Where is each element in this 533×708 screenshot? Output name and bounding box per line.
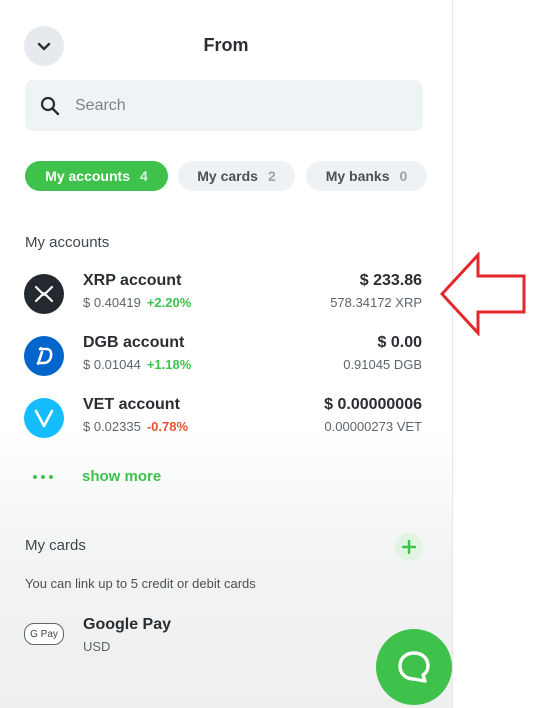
cards-hint-text: You can link up to 5 credit or debit car…	[25, 576, 256, 591]
section-title-accounts: My accounts	[25, 234, 110, 251]
chat-button[interactable]	[376, 629, 452, 705]
account-balance: $ 0.00	[377, 334, 422, 351]
tab-label: My cards	[197, 168, 258, 184]
card-name: Google Pay	[83, 616, 172, 633]
account-row-dgb[interactable]: DGB account $ 0.01044 +1.18% $ 0.00 0.910…	[0, 330, 452, 380]
page-title: From	[203, 35, 249, 55]
card-currency: USD	[83, 639, 111, 654]
chat-bubble-icon	[398, 651, 430, 683]
add-card-button[interactable]	[395, 533, 423, 561]
account-balance: $ 0.00000006	[324, 396, 422, 413]
tab-label: My banks	[325, 168, 390, 184]
account-name: DGB account	[83, 334, 185, 351]
plus-icon	[402, 540, 416, 554]
search-bar[interactable]	[25, 80, 423, 131]
xrp-icon	[24, 274, 64, 314]
price-change: +2.20%	[146, 295, 192, 310]
show-more-label: show more	[82, 468, 162, 485]
account-price: $ 0.40419 +2.20%	[83, 295, 191, 310]
price-change: +1.18%	[146, 357, 192, 372]
account-price: $ 0.01044 +1.18%	[83, 357, 191, 372]
vechain-icon	[24, 398, 64, 438]
price-change: -0.78%	[146, 419, 189, 434]
account-amount: 578.34172 XRP	[330, 295, 422, 310]
account-name: XRP account	[83, 272, 182, 289]
google-pay-icon: G Pay	[24, 623, 64, 645]
section-title-cards: My cards	[25, 537, 86, 554]
account-price: $ 0.02335 -0.78%	[83, 419, 188, 434]
account-amount: 0.00000273 VET	[324, 419, 422, 434]
tab-count: 0	[399, 168, 408, 184]
digibyte-icon	[24, 336, 64, 376]
tab-my-cards[interactable]: My cards 2	[178, 161, 295, 191]
account-balance: $ 233.86	[359, 272, 422, 289]
price-value: $ 0.40419	[83, 295, 141, 310]
account-amount: 0.91045 DGB	[343, 357, 422, 372]
from-panel: From My accounts 4 My cards 2 My banks 0…	[0, 0, 453, 708]
tab-count: 2	[267, 168, 276, 184]
search-input[interactable]	[73, 95, 377, 116]
show-more-button[interactable]: show more	[33, 468, 161, 485]
tab-label: My accounts	[45, 168, 130, 184]
tab-my-accounts[interactable]: My accounts 4	[25, 161, 168, 191]
tab-my-banks[interactable]: My banks 0	[306, 161, 427, 191]
account-row-vet[interactable]: VET account $ 0.02335 -0.78% $ 0.00000006…	[0, 392, 452, 442]
account-name: VET account	[83, 396, 180, 413]
search-icon	[39, 95, 61, 117]
price-value: $ 0.02335	[83, 419, 141, 434]
more-dots-icon	[33, 474, 53, 479]
price-value: $ 0.01044	[83, 357, 141, 372]
tab-count: 4	[140, 168, 148, 184]
account-row-xrp[interactable]: XRP account $ 0.40419 +2.20% $ 233.86 578…	[0, 268, 452, 318]
annotation-arrow-icon	[440, 252, 526, 336]
